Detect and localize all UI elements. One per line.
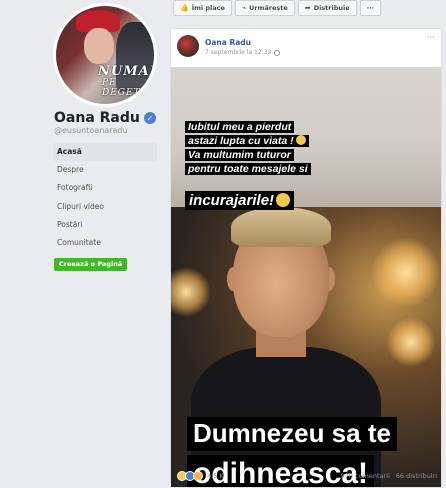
thumbs-up-icon: 👍 xyxy=(180,4,189,12)
post-card: Oana Radu 7 septembrie la 12:39 ··· Iubi… xyxy=(170,28,442,488)
nav-item-community[interactable]: Comunitate xyxy=(53,234,157,252)
more-options-button[interactable]: ··· xyxy=(359,0,382,16)
follow-button[interactable]: ⌁ Urmărește xyxy=(234,0,295,16)
post-timestamp[interactable]: 7 septembrie la 12:39 xyxy=(205,49,281,56)
photo-caption-line: incurajarile! xyxy=(185,191,295,211)
nav-item-videos[interactable]: Clipuri video xyxy=(53,198,157,216)
wow-reaction-icon xyxy=(193,471,203,481)
reactions-count[interactable]: 4,5 K xyxy=(207,472,224,480)
page-handle[interactable]: @eusuntoanaradu xyxy=(54,126,128,135)
post-footer: 4,5 K 970 comentarii 66 distribuiri xyxy=(177,468,437,484)
reactions-summary[interactable] xyxy=(177,471,203,481)
page-nav: Acasă Despre Fotografii Clipuri video Po… xyxy=(53,143,157,252)
page-action-bar: 👍 Îmi place ⌁ Urmărește ➦ Distribuie ··· xyxy=(173,0,382,16)
profile-picture[interactable]: NUMAR PE DEGET xyxy=(53,3,157,107)
left-column: NUMAR PE DEGET Oana Radu ✓ @eusuntoanara… xyxy=(0,0,165,488)
share-arrow-icon: ➦ xyxy=(304,4,311,12)
post-options-icon[interactable]: ··· xyxy=(426,33,435,43)
tearful-emoji-icon xyxy=(276,193,291,207)
nav-item-posts[interactable]: Postări xyxy=(53,216,157,234)
post-photo[interactable]: Iubitul meu a pierdut astazi lupta cu vi… xyxy=(171,67,441,487)
rss-icon: ⌁ xyxy=(241,4,247,12)
globe-icon xyxy=(274,49,281,56)
post-timestamp-text[interactable]: 7 septembrie la 12:39 xyxy=(205,49,271,56)
verified-badge-icon: ✓ xyxy=(143,112,156,124)
like-page-label: Îmi place xyxy=(191,4,225,12)
photo-caption-line: Va multumim tuturor xyxy=(185,149,294,162)
page-title-text[interactable]: Oana Radu xyxy=(54,110,140,126)
nav-item-photos[interactable]: Fotografii xyxy=(53,179,157,197)
post-stats: 970 comentarii 66 distribuiri xyxy=(340,472,437,480)
like-page-button[interactable]: 👍 Îmi place xyxy=(173,0,232,16)
cover-text-1: NUMAR xyxy=(98,64,154,79)
share-button[interactable]: ➦ Distribuie xyxy=(297,0,357,16)
share-label: Distribuie xyxy=(313,4,350,12)
profile-photo: NUMAR PE DEGET xyxy=(56,6,154,104)
nav-item-home[interactable]: Acasă xyxy=(53,143,157,161)
follow-label: Urmărește xyxy=(249,4,288,12)
nav-item-about[interactable]: Despre xyxy=(53,161,157,179)
post-header: Oana Radu 7 septembrie la 12:39 xyxy=(177,35,281,57)
post-author-name[interactable]: Oana Radu xyxy=(205,38,280,47)
shares-count[interactable]: 66 distribuiri xyxy=(396,472,437,480)
sad-emoji-icon xyxy=(295,135,306,145)
photo-caption-large: Dumnezeu sa te xyxy=(187,417,397,451)
create-page-button[interactable]: Creează o Pagină xyxy=(54,258,128,271)
photo-caption-line: astazi lupta cu viata ! xyxy=(185,135,309,148)
page-title[interactable]: Oana Radu ✓ xyxy=(54,110,156,126)
cover-text-2: PE DEGET xyxy=(102,78,141,98)
photo-caption-line: Iubitul meu a pierdut xyxy=(185,121,295,134)
post-author-avatar[interactable] xyxy=(177,35,199,57)
photo-caption-line: pentru toate mesajele si xyxy=(185,163,311,176)
comments-count[interactable]: 970 comentarii xyxy=(340,472,389,480)
